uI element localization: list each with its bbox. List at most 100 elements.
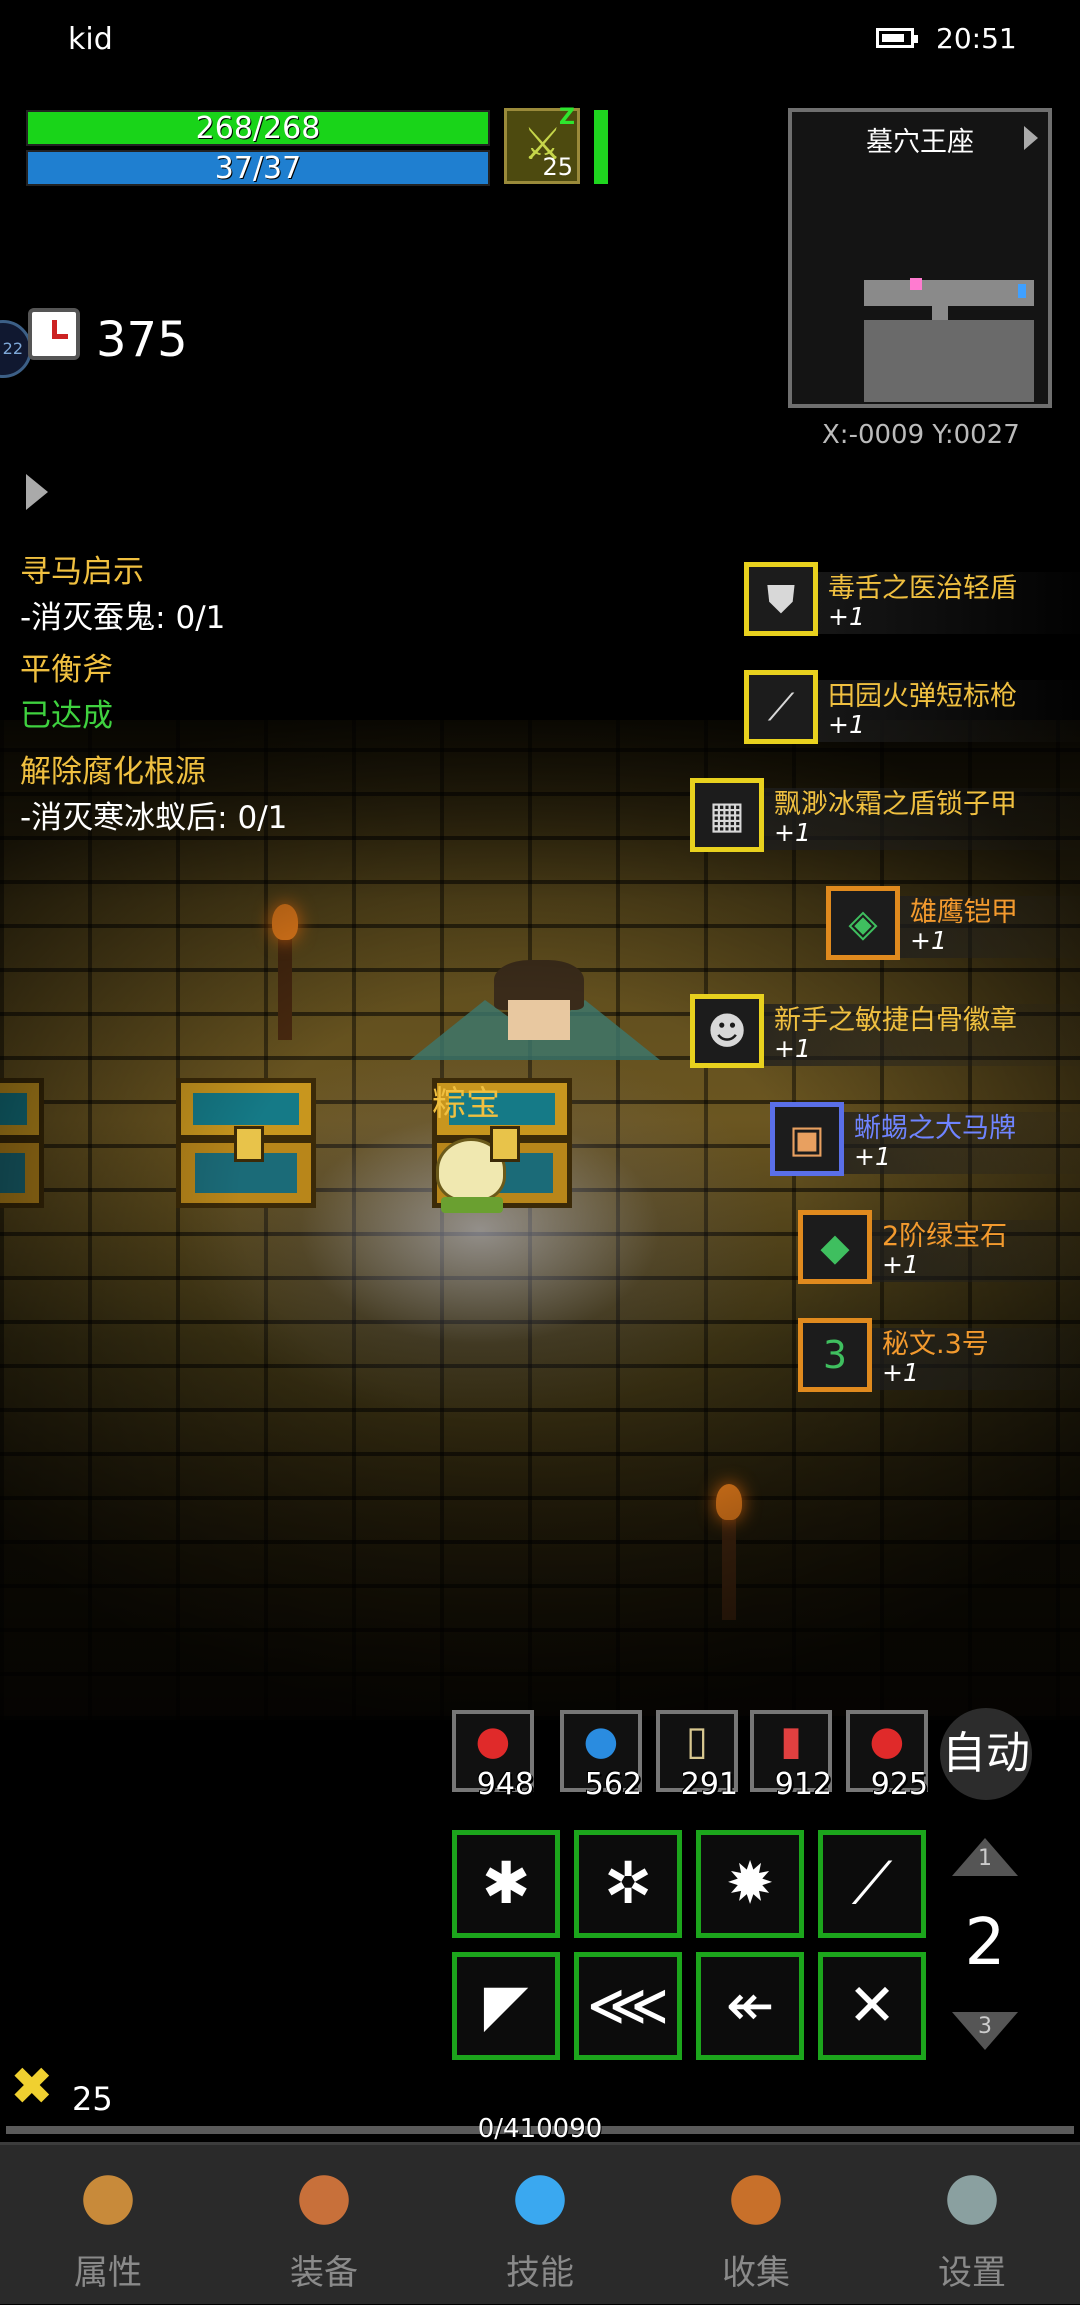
timer-value: 375 [96,312,188,368]
loot-item-count: +1 [828,602,865,631]
skill-button[interactable]: ✲ [574,1830,682,1938]
nav-tab[interactable]: 属性 [0,2145,216,2305]
loot-item-count: +1 [774,818,811,847]
loot-item-name: 毒舌之医治轻盾 [828,573,1017,604]
book-icon [726,2173,786,2233]
crab-skill-icon: ✹ [725,1849,775,1917]
javelin-icon: ⟋ [744,670,818,744]
vial-icon: ▮ [779,1718,802,1764]
minimap-title: 墓穴王座 [866,127,974,158]
skill-button[interactable]: ⋘ [574,1952,682,2060]
consumable-count: 948 [476,1767,534,1802]
loot-item-name: 秘文.3号 [882,1329,989,1360]
bug-skill-icon: ✲ [603,1849,653,1917]
nav-tab-label: 收集 [722,2253,790,2293]
slash-skill-icon: ◤ [483,1971,529,2039]
badge-icon-glyph: ☻ [707,1009,747,1053]
status-username: kid [68,22,113,57]
consumable-slot[interactable]: ▯ 291 [656,1710,738,1802]
consumable-slot[interactable]: ● 948 [452,1710,534,1802]
quest-title[interactable]: 解除腐化根源 [20,746,206,791]
loot-item-name: 2阶绿宝石 [882,1221,1008,1252]
minimap-room [864,320,1034,402]
consumable-count: 562 [584,1767,642,1802]
javelin-icon-glyph: ⟋ [767,685,795,729]
nav-tab-label: 技能 [506,2253,574,2293]
skill-button[interactable]: ✹ [696,1830,804,1938]
clock-icon [28,308,80,360]
loot-item-count: +1 [854,1142,891,1171]
loot-item-name: 新手之敏捷白骨徽章 [774,1005,1017,1036]
red-potion-icon: ● [475,1718,511,1764]
scroll-icon: ▯ [685,1718,708,1764]
quest-title[interactable]: 平衡斧 [20,644,113,689]
crystal-icon [510,2173,570,2233]
shield-icon: ⛊ [744,562,818,636]
skill-page-up-label: 1 [978,1846,992,1871]
skill-page-current: 2 [964,1906,1006,1980]
skill-button[interactable]: ↞ [696,1952,804,2060]
blue-potion-icon: ● [583,1718,619,1764]
loot-item-name: 田园火弹短标枪 [828,681,1017,712]
consumable-slot[interactable]: ● 925 [846,1710,928,1802]
blade-skill-icon: ⟋ [851,1849,893,1917]
player-level: 25 [72,2080,113,2118]
dash-skill-icon: ⋘ [586,1971,670,2039]
loot-item-count: +1 [882,1358,919,1387]
exp-text: 0/410090 [477,2114,603,2144]
buff-duration-bar [594,110,608,184]
pet-name: 粽宝 [432,1084,500,1124]
skill-button[interactable]: ⟋ [818,1830,926,1938]
buff-status[interactable]: ⚔ Z 25 [504,105,580,184]
consumable-slot[interactable]: ▮ 912 [750,1710,832,1802]
gear-icon [942,2173,1002,2233]
minimap[interactable]: 墓穴王座 [788,108,1052,408]
consumable-count: 912 [774,1767,832,1802]
emerald-icon-glyph: ◆ [820,1225,850,1269]
skill-button[interactable]: ✱ [452,1830,560,1938]
buff-level: 25 [542,153,573,181]
skill-button[interactable]: ◤ [452,1952,560,2060]
quest-collapse-icon[interactable] [26,474,48,510]
shield-icon-glyph: ⛊ [766,577,796,621]
consumable-slot[interactable]: ● 562 [560,1710,642,1802]
minimap-corridor [932,306,948,320]
loot-item-name: 飘渺冰霜之盾锁子甲 [774,789,1017,820]
badge-icon: ☻ [690,994,764,1068]
medallion-icon: ▣ [770,1102,844,1176]
skill-page-down-button[interactable]: 3 [952,2012,1018,2050]
minimap-expand-icon[interactable] [1024,126,1038,150]
arrow-skill-icon: ↞ [725,1971,775,2039]
consumable-count: 291 [680,1767,738,1802]
nav-tab-label: 装备 [290,2253,358,2293]
nav-tab-label: 设置 [938,2253,1006,2293]
quest-objective: -消灭蚕鬼: 0/1 [20,600,226,636]
emerald-icon: ◆ [798,1210,872,1284]
skill-button[interactable]: ✕ [818,1952,926,2060]
loot-item-count: +1 [910,926,947,955]
mp-bar: 37/37 [26,150,490,186]
quest-title[interactable]: 寻马启示 [20,546,144,591]
nav-tab[interactable]: 收集 [648,2145,864,2305]
armor-icon-glyph: ◈ [848,901,878,945]
status-time: 20:51 [936,22,1017,55]
level-icon: ✖ [10,2057,54,2117]
armor-icon: ◈ [826,886,900,960]
minimap-room [864,280,1034,306]
sleep-z-icon: Z [559,105,575,130]
nav-tab[interactable]: 技能 [432,2145,648,2305]
loot-item-name: 蜥蜴之大马牌 [854,1113,1016,1144]
hp-bar: 268/268 [26,110,490,146]
chainmail-icon-glyph: ▦ [709,793,745,837]
auto-battle-button[interactable]: 自动 [940,1708,1032,1800]
skill-page-up-button[interactable]: 1 [952,1838,1018,1876]
medallion-icon-glyph: ▣ [789,1117,825,1161]
rune-stone-icon-glyph: 3 [822,1333,848,1377]
nav-tab-label: 属性 [74,2253,142,2293]
loot-item-count: +1 [882,1250,919,1279]
nav-tab[interactable]: 设置 [864,2145,1080,2305]
rune-stone-icon: 3 [798,1318,872,1392]
quest-objective: -消灭寒冰蚁后: 0/1 [20,800,288,836]
nav-tab[interactable]: 装备 [216,2145,432,2305]
bag-icon [294,2173,354,2233]
